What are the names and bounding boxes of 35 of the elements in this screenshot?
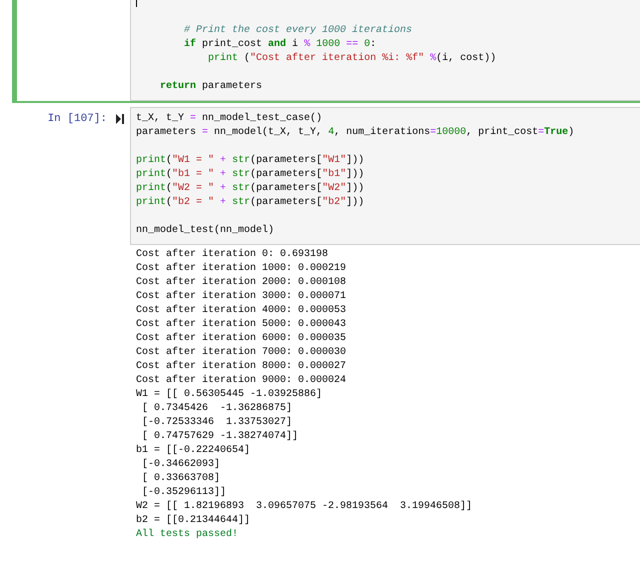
code-line: parameters = nn_model(t_X, t_Y, 4, num_iterations=10000, print_cost=True)	[136, 126, 576, 140]
output-line: All tests passed!	[136, 528, 240, 542]
code-line: # Print the cost every 1000 iterations	[183, 24, 414, 38]
output-line: [ 0.7345426 -1.36286875]	[141, 402, 294, 416]
output-line: b1 = [[-0.22240654]	[136, 444, 252, 458]
code-line: print ("Cost after iteration %i: %f" %(i, cost))	[207, 52, 498, 66]
output-line: [ 0.33663708]	[141, 472, 222, 486]
code-line: return parameters	[159, 80, 264, 94]
code-editor[interactable]	[130, 107, 640, 245]
output-line: Cost after iteration 7000: 0.000030	[136, 346, 348, 360]
output-line: [-0.34662093]	[141, 458, 222, 472]
output-line: Cost after iteration 3000: 0.000071	[136, 290, 348, 304]
output-line: W1 = [[ 0.56305445 -1.03925886]	[136, 388, 324, 402]
output-line: b2 = [[0.21344644]]	[136, 514, 252, 528]
output-line: W2 = [[ 1.82196893 3.09657075 -2.98193564 3.19946508]]	[136, 500, 474, 514]
output-line: Cost after iteration 8000: 0.000027	[136, 360, 348, 374]
code-line: print("W1 = " + str(parameters["W1"]))	[136, 154, 366, 168]
output-line: [-0.72533346 1.33753027]	[141, 416, 294, 430]
output-line: Cost after iteration 5000: 0.000043	[136, 318, 348, 332]
cell-prompt: In [107]:	[48, 112, 107, 126]
code-line: print("b2 = " + str(parameters["b2"]))	[136, 196, 366, 210]
code-line: nn_model_test(nn_model)	[136, 224, 276, 238]
run-icon[interactable]	[116, 114, 124, 124]
code-line: t_X, t_Y = nn_model_test_case()	[136, 112, 324, 126]
output-line: [-0.35296113]]	[141, 486, 228, 500]
output-line: Cost after iteration 2000: 0.000108	[136, 276, 348, 290]
code-line: print("b1 = " + str(parameters["b1"]))	[136, 168, 366, 182]
code-line: print("W2 = " + str(parameters["W2"]))	[136, 182, 366, 196]
code-line: if print_cost and i % 1000 == 0:	[183, 38, 378, 52]
output-line: Cost after iteration 9000: 0.000024	[136, 374, 348, 388]
output-line: Cost after iteration 0: 0.693198	[136, 248, 330, 262]
output-line: Cost after iteration 1000: 0.000219	[136, 262, 348, 276]
output-line: Cost after iteration 6000: 0.000035	[136, 332, 348, 346]
output-line: [ 0.74757629 -1.38274074]]	[141, 430, 300, 444]
output-line: Cost after iteration 4000: 0.000053	[136, 304, 348, 318]
